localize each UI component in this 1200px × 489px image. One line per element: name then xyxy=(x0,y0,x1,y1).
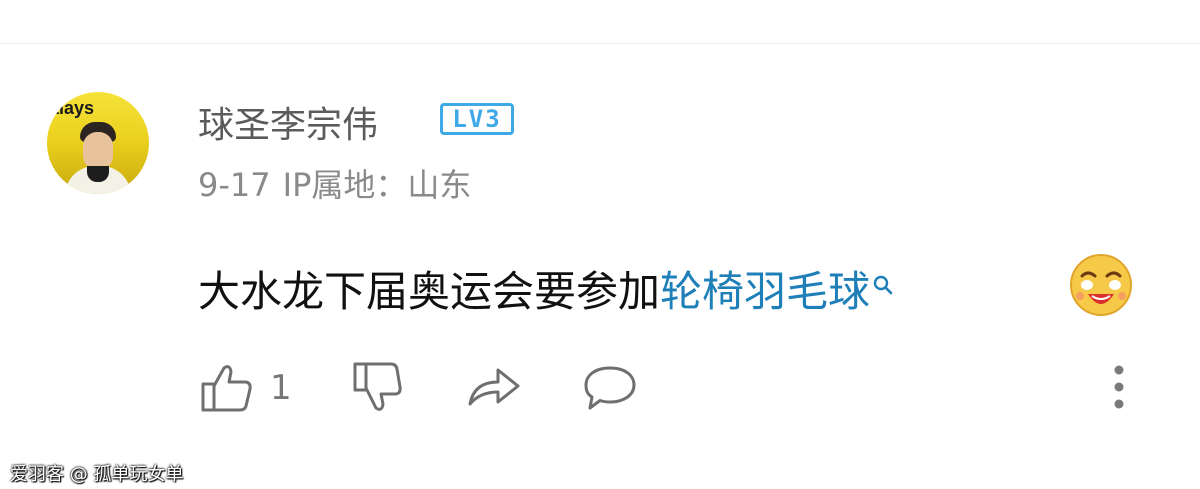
comment-icon[interactable] xyxy=(582,364,638,412)
more-vertical-icon[interactable] xyxy=(1105,362,1133,412)
avatar[interactable]: alays xyxy=(47,92,149,194)
ip-location: IP属地：山东 xyxy=(282,166,472,204)
comment-body: 大水龙下届奥运会要参加轮椅羽毛球 xyxy=(198,262,894,322)
search-icon[interactable] xyxy=(872,274,894,296)
comment-date: 9-17 xyxy=(198,166,271,204)
comment-search-link[interactable]: 轮椅羽毛球 xyxy=(660,267,870,316)
like-count: 1 xyxy=(270,368,292,408)
thumbs-down-icon[interactable] xyxy=(352,360,404,414)
username[interactable]: 球圣李宗伟 xyxy=(198,96,378,148)
thumbs-up-icon[interactable] xyxy=(200,362,254,414)
avatar-face xyxy=(83,132,113,170)
watermark: 爱羽客 @ 孤单玩女单 xyxy=(10,464,184,485)
comment-meta: 9-17 IP属地：山东 xyxy=(198,160,483,206)
level-badge: LV3 xyxy=(440,103,514,135)
top-divider xyxy=(0,43,1200,44)
share-icon[interactable] xyxy=(466,362,522,410)
laughing-emoji-icon xyxy=(1070,254,1132,316)
avatar-logo-text: alays xyxy=(49,98,95,118)
comment-text: 大水龙下届奥运会要参加 xyxy=(198,267,661,316)
